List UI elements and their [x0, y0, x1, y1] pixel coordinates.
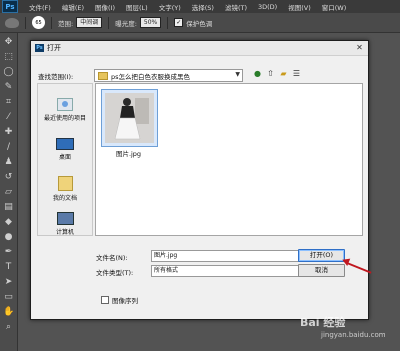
protect-tones-label: 保护色调	[186, 19, 213, 28]
divider	[25, 16, 26, 29]
back-icon[interactable]: ●	[253, 69, 262, 78]
cancel-button[interactable]: 取消	[298, 264, 345, 277]
divider	[108, 16, 110, 29]
desktop-icon	[56, 138, 74, 150]
history-brush-tool-icon[interactable]: ↺	[3, 172, 14, 183]
brush-size-preview[interactable]: 65	[32, 16, 45, 29]
places-bar: 最近使用的项目 桌面 我的文档 计算机	[37, 83, 93, 236]
place-documents[interactable]: 我的文档	[38, 176, 92, 202]
up-folder-icon[interactable]: ⇧	[266, 69, 275, 78]
protect-tones-checkbox[interactable]: ✓	[174, 18, 184, 27]
pen-tool-icon[interactable]: ✒	[3, 247, 14, 258]
options-bar: 65 范围: 中间调 曝光度: 50% ✓ 保护色调	[0, 13, 400, 33]
lasso-tool-icon[interactable]: ◯	[3, 67, 14, 78]
marquee-tool-icon[interactable]: ⬚	[3, 52, 14, 63]
menu-3d[interactable]: 3D(D)	[258, 3, 277, 11]
exposure-label: 曝光度:	[115, 19, 137, 28]
exposure-value: 50%	[143, 19, 158, 26]
dialog-title: 打开	[47, 44, 61, 52]
filetype-select[interactable]: 所有格式 ▼	[151, 265, 321, 277]
type-tool-icon[interactable]: T	[3, 262, 14, 273]
look-in-value: ps怎么把白色衣服换成黑色	[111, 72, 191, 81]
open-button[interactable]: 打开(O)	[298, 249, 345, 262]
view-menu-icon[interactable]: ☰	[292, 69, 301, 78]
hand-tool-icon[interactable]: ✋	[3, 307, 14, 318]
place-documents-label: 我的文档	[52, 195, 77, 202]
gradient-tool-icon[interactable]: ▤	[3, 202, 14, 213]
divider	[167, 16, 169, 29]
range-label: 范围:	[58, 19, 74, 28]
healing-tool-icon[interactable]: ✚	[3, 127, 14, 138]
menu-view[interactable]: 视图(V)	[288, 2, 311, 12]
menu-select[interactable]: 选择(S)	[192, 2, 214, 12]
path-select-tool-icon[interactable]: ➤	[3, 277, 14, 288]
computer-icon	[56, 212, 74, 225]
filetype-label: 文件类型(T):	[96, 269, 134, 277]
image-sequence-option[interactable]: 图像序列	[101, 295, 138, 305]
recent-items-icon	[57, 98, 73, 111]
filename-input-value: 图片.jpg	[154, 252, 178, 259]
place-desktop-label: 桌面	[58, 154, 71, 161]
zoom-tool-icon[interactable]: ⌕	[3, 322, 14, 333]
open-dialog: Ps 打开 ✕ 查找范围(I): ps怎么把白色衣服换成黑色 ▼ ● ⇧ ▰ ☰…	[30, 40, 369, 320]
exposure-input[interactable]: 50%	[139, 17, 162, 28]
chevron-down-icon: ▼	[235, 71, 240, 78]
place-desktop[interactable]: 桌面	[38, 138, 92, 161]
watermark-url: jingyan.baidu.com	[321, 331, 386, 339]
place-computer[interactable]: 计算机	[38, 212, 92, 236]
look-in-dropdown[interactable]: ps怎么把白色衣服换成黑色 ▼	[94, 69, 243, 82]
stamp-tool-icon[interactable]: ♟	[3, 157, 14, 168]
divider	[51, 16, 52, 29]
look-in-row: 查找范围(I): ps怎么把白色衣服换成黑色 ▼	[38, 69, 243, 82]
filetype-select-value: 所有格式	[154, 267, 179, 274]
documents-icon	[57, 176, 73, 191]
range-select-value: 中间调	[80, 19, 99, 26]
move-tool-icon[interactable]: ✥	[3, 37, 14, 48]
eyedropper-tool-icon[interactable]: ⁄	[3, 112, 14, 123]
range-select[interactable]: 中间调	[76, 17, 103, 28]
photoshop-app-icon: Ps	[35, 44, 44, 52]
place-recent[interactable]: 最近使用的项目	[38, 98, 92, 122]
tools-panel: ✥ ⬚ ◯ ✎ ⌗ ⁄ ✚ ∕ ♟ ↺ ▱ ▤ ◆ ● ✒ T ➤ ▭ ✋ ⌕	[0, 33, 18, 351]
place-computer-label: 计算机	[55, 229, 74, 236]
menu-file[interactable]: 文件(F)	[29, 2, 51, 12]
menu-edit[interactable]: 编辑(E)	[62, 2, 84, 12]
close-icon[interactable]: ✕	[355, 43, 364, 52]
new-folder-icon[interactable]: ▰	[279, 69, 288, 78]
file-thumbnail[interactable]	[101, 89, 158, 147]
file-list: 图片.jpg	[95, 83, 363, 236]
look-in-label: 查找范围(I):	[38, 72, 74, 81]
shape-tool-icon[interactable]: ▭	[3, 292, 14, 303]
menu-window[interactable]: 窗口(W)	[322, 2, 347, 12]
eraser-tool-icon[interactable]: ▱	[3, 187, 14, 198]
filename-label: 文件名(N):	[96, 254, 128, 262]
menu-bar: Ps 文件(F) 编辑(E) 图像(I) 图层(L) 文字(Y) 选择(S) 滤…	[0, 0, 400, 13]
quick-select-tool-icon[interactable]: ✎	[3, 82, 14, 93]
menu-layer[interactable]: 图层(L)	[126, 2, 148, 12]
watermark-brand: Bai 经验	[300, 316, 346, 329]
dodge-tool-icon[interactable]: ●	[3, 232, 14, 243]
photo-thumbnail-image	[105, 93, 154, 143]
filename-input[interactable]: 图片.jpg ▼	[151, 250, 321, 262]
file-name-label: 图片.jpg	[115, 150, 142, 158]
menu-image[interactable]: 图像(I)	[95, 2, 115, 12]
folder-icon	[98, 71, 108, 80]
place-recent-label: 最近使用的项目	[43, 115, 86, 122]
image-sequence-label: 图像序列	[112, 297, 138, 305]
dialog-titlebar: Ps 打开 ✕	[31, 41, 368, 56]
menu-filter[interactable]: 滤镜(T)	[225, 2, 247, 12]
blur-tool-icon[interactable]: ◆	[3, 217, 14, 228]
photo-thumbnail-art	[105, 93, 154, 143]
menu-type[interactable]: 文字(Y)	[159, 2, 181, 12]
crop-tool-icon[interactable]: ⌗	[3, 97, 14, 108]
sponge-tool-icon[interactable]	[5, 17, 19, 28]
photoshop-logo: Ps	[2, 0, 18, 13]
navigation-toolbar: ● ⇧ ▰ ☰	[253, 69, 305, 78]
brush-tool-icon[interactable]: ∕	[3, 142, 14, 153]
image-sequence-checkbox[interactable]	[101, 296, 109, 304]
